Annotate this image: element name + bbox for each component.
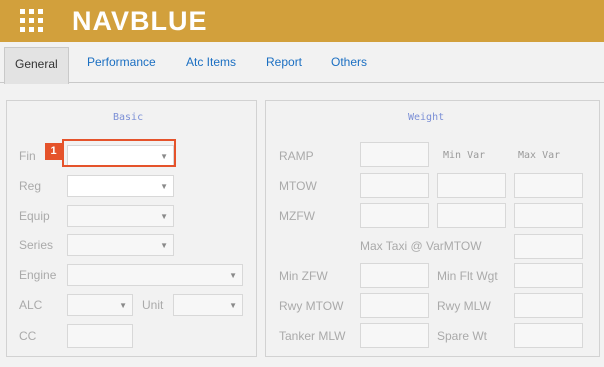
- tab-general[interactable]: General: [4, 47, 69, 84]
- spare-wt-input[interactable]: [514, 323, 583, 348]
- chevron-down-icon: ▼: [160, 212, 168, 221]
- mzfw-min-var-input[interactable]: [437, 203, 506, 228]
- chevron-down-icon: ▼: [119, 301, 127, 310]
- mtow-max-var-input[interactable]: [514, 173, 583, 198]
- rwy-mtow-label: Rwy MTOW: [279, 299, 344, 313]
- rwy-mlw-input[interactable]: [514, 293, 583, 318]
- tab-performance[interactable]: Performance: [87, 55, 156, 69]
- chevron-down-icon: ▼: [229, 301, 237, 310]
- ramp-input[interactable]: [360, 142, 429, 167]
- tanker-mlw-label: Tanker MLW: [279, 329, 346, 343]
- chevron-down-icon: ▼: [229, 271, 237, 280]
- max-taxi-label: Max Taxi @ VarMTOW: [360, 239, 482, 253]
- chevron-down-icon: ▼: [160, 182, 168, 191]
- unit-select[interactable]: ▼: [173, 294, 243, 316]
- tab-report[interactable]: Report: [266, 55, 302, 69]
- equip-select[interactable]: ▼: [67, 205, 174, 227]
- app-header: NAVBLUE: [0, 0, 604, 42]
- reg-label: Reg: [19, 179, 42, 193]
- fin-highlight-box: [62, 139, 176, 167]
- tab-others[interactable]: Others: [331, 55, 367, 69]
- cc-label: CC: [19, 329, 37, 343]
- engine-label: Engine: [19, 268, 57, 282]
- min-flt-wgt-label: Min Flt Wgt: [437, 269, 498, 283]
- rwy-mtow-input[interactable]: [360, 293, 429, 318]
- grid-logo-icon: [20, 9, 52, 35]
- weight-panel: [265, 100, 600, 357]
- min-zfw-input[interactable]: [360, 263, 429, 288]
- equip-label: Equip: [19, 209, 50, 223]
- spare-wt-label: Spare Wt: [437, 329, 488, 343]
- fin-label: Fin: [19, 149, 36, 163]
- mzfw-input[interactable]: [360, 203, 429, 228]
- max-taxi-input[interactable]: [514, 234, 583, 259]
- alc-select[interactable]: ▼: [67, 294, 133, 316]
- unit-label: Unit: [142, 298, 164, 312]
- step-badge: 1: [45, 143, 62, 160]
- mtow-label: MTOW: [279, 179, 317, 193]
- min-flt-wgt-input[interactable]: [514, 263, 583, 288]
- mtow-input[interactable]: [360, 173, 429, 198]
- min-zfw-label: Min ZFW: [279, 269, 328, 283]
- alc-label: ALC: [19, 298, 43, 312]
- tab-atc-items[interactable]: Atc Items: [186, 55, 236, 69]
- reg-select[interactable]: ▼: [67, 175, 174, 197]
- ramp-label: RAMP: [279, 149, 314, 163]
- brand-logo: NAVBLUE: [72, 6, 208, 36]
- series-label: Series: [19, 238, 54, 252]
- weight-panel-title: Weight: [408, 112, 445, 123]
- mzfw-max-var-input[interactable]: [514, 203, 583, 228]
- engine-select[interactable]: ▼: [67, 264, 243, 286]
- rwy-mlw-label: Rwy MLW: [437, 299, 491, 313]
- min-var-header: Min Var: [443, 150, 486, 161]
- cc-input[interactable]: [67, 324, 133, 348]
- tab-bar: General Performance Atc Items Report Oth…: [0, 42, 604, 84]
- chevron-down-icon: ▼: [160, 241, 168, 250]
- tanker-mlw-input[interactable]: [360, 323, 429, 348]
- max-var-header: Max Var: [518, 150, 561, 161]
- series-select[interactable]: ▼: [67, 234, 174, 256]
- basic-panel-title: Basic: [113, 112, 144, 123]
- mtow-min-var-input[interactable]: [437, 173, 506, 198]
- mzfw-label: MZFW: [279, 209, 315, 223]
